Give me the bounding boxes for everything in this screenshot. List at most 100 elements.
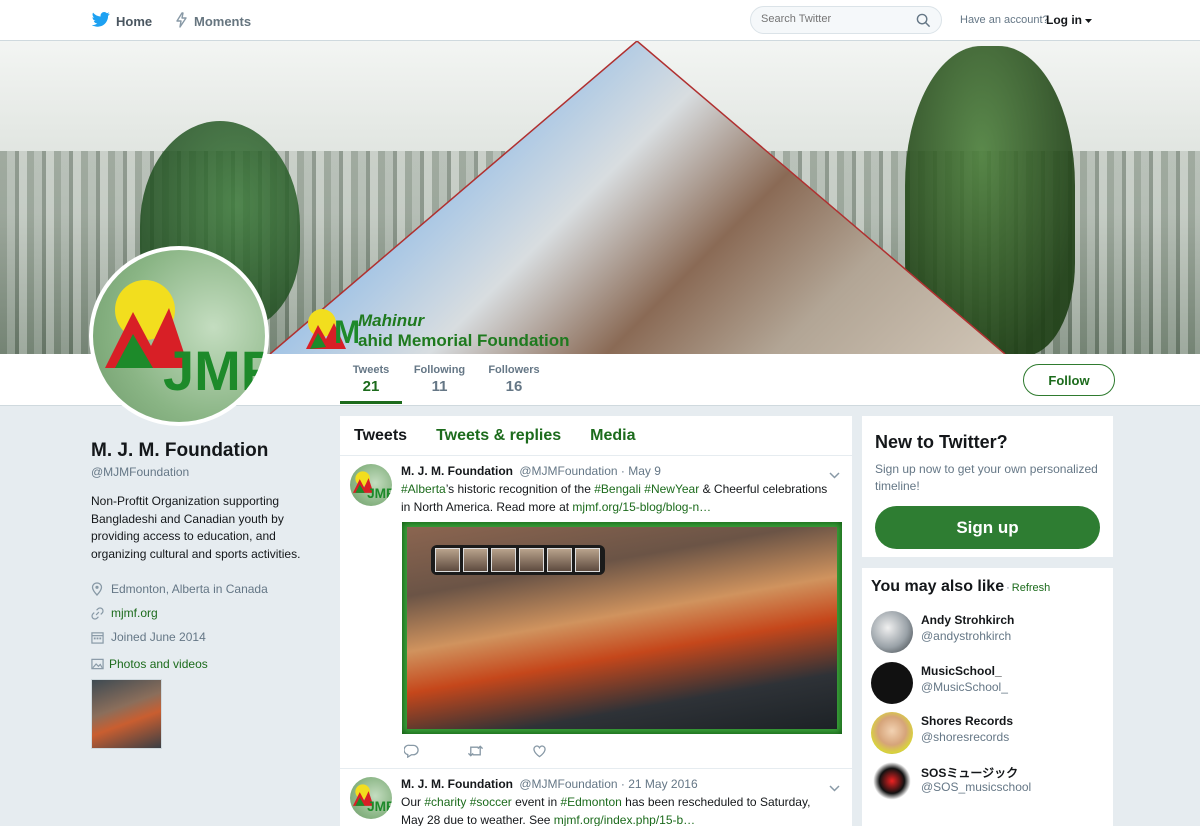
profile-meta: Edmonton, Alberta in Canada mjmf.org Joi… (91, 577, 311, 649)
suggestion-avatar[interactable] (871, 611, 913, 653)
follow-button[interactable]: Follow (1023, 364, 1115, 396)
photo-icon (91, 658, 104, 670)
nav-moments[interactable]: Moments (175, 12, 251, 31)
suggestion-avatar[interactable] (871, 762, 913, 804)
signup-title: New to Twitter? (875, 432, 1008, 452)
refresh-link[interactable]: Refresh (1012, 582, 1051, 594)
suggestion-avatar[interactable] (871, 712, 913, 754)
nav-home[interactable]: Home (91, 12, 153, 30)
photo-strip (431, 545, 605, 575)
media-thumbnail[interactable] (91, 679, 162, 749)
retweet-icon[interactable] (467, 744, 484, 763)
hashtag-bengali[interactable]: #Bengali (594, 482, 641, 496)
caret-down-icon (1085, 13, 1093, 27)
tweet-text: Our #charity #soccer event in #Edmonton … (401, 794, 831, 826)
hashtag-newyear[interactable]: #NewYear (644, 482, 699, 496)
strip-photo (575, 548, 600, 572)
stat-following[interactable]: Following 11 (412, 364, 467, 395)
tweet-date[interactable]: · May 9 (621, 464, 661, 478)
suggestions-title: You may also like (871, 578, 1005, 595)
stat-tweets-label: Tweets (352, 364, 390, 376)
tab-tweets[interactable]: Tweets (354, 427, 407, 445)
nav-home-label: Home (116, 13, 153, 29)
search-input[interactable] (761, 13, 911, 25)
signup-text: Sign up now to get your own personalized… (875, 462, 1098, 493)
profile-bio: Non-Proftit Organization supporting Bang… (91, 494, 301, 561)
photos-label: Photos and videos (109, 657, 208, 671)
lightning-icon (175, 12, 188, 31)
suggestion-name[interactable]: Shores Records (921, 714, 1013, 728)
suggestion-item[interactable]: Andy Strohkirch @andystrohkirch (871, 611, 1105, 655)
signup-module: New to Twitter? Sign up now to get your … (862, 416, 1113, 557)
hashtag-edmonton[interactable]: #Edmonton (560, 795, 621, 809)
tweet-date[interactable]: · 21 May 2016 (621, 777, 698, 791)
tweet-text: #Alberta’s historic recognition of the #… (401, 481, 831, 516)
suggestion-name[interactable]: Andy Strohkirch (921, 613, 1014, 627)
tweet-avatar-logo: JMF (352, 784, 392, 814)
tweet-author-name[interactable]: M. J. M. Foundation (401, 464, 513, 478)
suggestion-avatar[interactable] (871, 662, 913, 704)
profile-joined: Joined June 2014 (91, 625, 311, 649)
suggestion-name[interactable]: SOSミュージック (921, 764, 1018, 781)
tweet-header: M. J. M. Foundation @MJMFoundation · 21 … (401, 777, 698, 791)
photos-and-videos-link[interactable]: Photos and videos (91, 657, 311, 671)
login-label: Log in (1046, 13, 1082, 27)
strip-photo (547, 548, 572, 572)
tweet[interactable]: JMF M. J. M. Foundation @MJMFoundation ·… (340, 769, 852, 826)
signup-button[interactable]: Sign up (875, 506, 1100, 549)
tweet-link[interactable]: mjmf.org/15-blog/blog-n… (572, 500, 711, 514)
stat-followers-label: Followers (488, 364, 540, 376)
suggestion-item[interactable]: SOSミュージック @SOS_musicschool (871, 762, 1105, 806)
like-heart-icon[interactable] (532, 744, 547, 763)
tweet-avatar-logo: JMF (352, 471, 392, 501)
tab-media[interactable]: Media (590, 427, 635, 445)
nav-moments-label: Moments (194, 14, 252, 29)
separator-dot: · (1006, 582, 1010, 594)
tweet-text-part: ’s historic recognition of the (445, 482, 595, 496)
reply-icon[interactable] (403, 744, 419, 763)
stat-tweets[interactable]: Tweets 21 (340, 364, 402, 404)
search-box[interactable] (750, 6, 942, 34)
profile-website: mjmf.org (91, 601, 311, 625)
suggestion-name[interactable]: MusicSchool_ (921, 664, 1002, 678)
tweet[interactable]: JMF M. J. M. Foundation @MJMFoundation ·… (340, 456, 852, 769)
tab-tweets-replies[interactable]: Tweets & replies (436, 427, 561, 445)
tweet-author-handle[interactable]: @MJMFoundation (519, 464, 617, 478)
website-link[interactable]: mjmf.org (111, 606, 158, 620)
hashtag-charity[interactable]: #charity (424, 795, 466, 809)
tweet-avatar[interactable]: JMF (350, 464, 392, 506)
profile-location: Edmonton, Alberta in Canada (91, 577, 311, 601)
strip-photo (519, 548, 544, 572)
profile-name[interactable]: M. J. M. Foundation (91, 440, 311, 462)
tweet-media-photo[interactable] (402, 522, 842, 734)
tweet-text-part: event in (511, 795, 561, 809)
suggestion-item[interactable]: MusicSchool_ @MusicSchool_ (871, 662, 1105, 706)
avatar-image: JMF (93, 250, 265, 422)
hashtag-alberta[interactable]: #Alberta (401, 482, 446, 496)
mjmf-logo-icon: MJ (306, 309, 358, 350)
tweet-link[interactable]: mjmf.org/index.php/15-b… (554, 813, 695, 826)
strip-photo (491, 548, 516, 572)
strip-photo (463, 548, 488, 572)
profile-handle[interactable]: @MJMFoundation (91, 465, 311, 479)
twitter-bird-icon (91, 12, 110, 30)
stat-followers[interactable]: Followers 16 (486, 364, 542, 395)
tweet-avatar[interactable]: JMF (350, 777, 392, 819)
have-account-text: Have an account? (960, 14, 1049, 26)
login-dropdown[interactable]: Log in (1046, 13, 1093, 27)
stat-following-label: Following (413, 364, 466, 376)
tweet-author-handle[interactable]: @MJMFoundation (519, 777, 617, 791)
location-pin-icon (91, 582, 105, 596)
mjmf-avatar-logo: JMF (105, 280, 265, 402)
calendar-icon (91, 631, 105, 644)
suggestion-handle: @shoresrecords (921, 730, 1010, 744)
tweet-author-name[interactable]: M. J. M. Foundation (401, 777, 513, 791)
suggestion-item[interactable]: Shores Records @shoresrecords (871, 712, 1105, 756)
tweet-avatar-mark: JMF (367, 799, 392, 814)
hashtag-soccer[interactable]: #soccer (470, 795, 512, 809)
who-to-follow-module: You may also like · Refresh Andy Strohki… (862, 568, 1113, 826)
search-icon[interactable] (916, 13, 931, 33)
joined-text: Joined June 2014 (111, 630, 206, 644)
timeline-tabs: Tweets Tweets & replies Media (340, 416, 852, 456)
profile-avatar[interactable]: JMF (89, 246, 269, 426)
